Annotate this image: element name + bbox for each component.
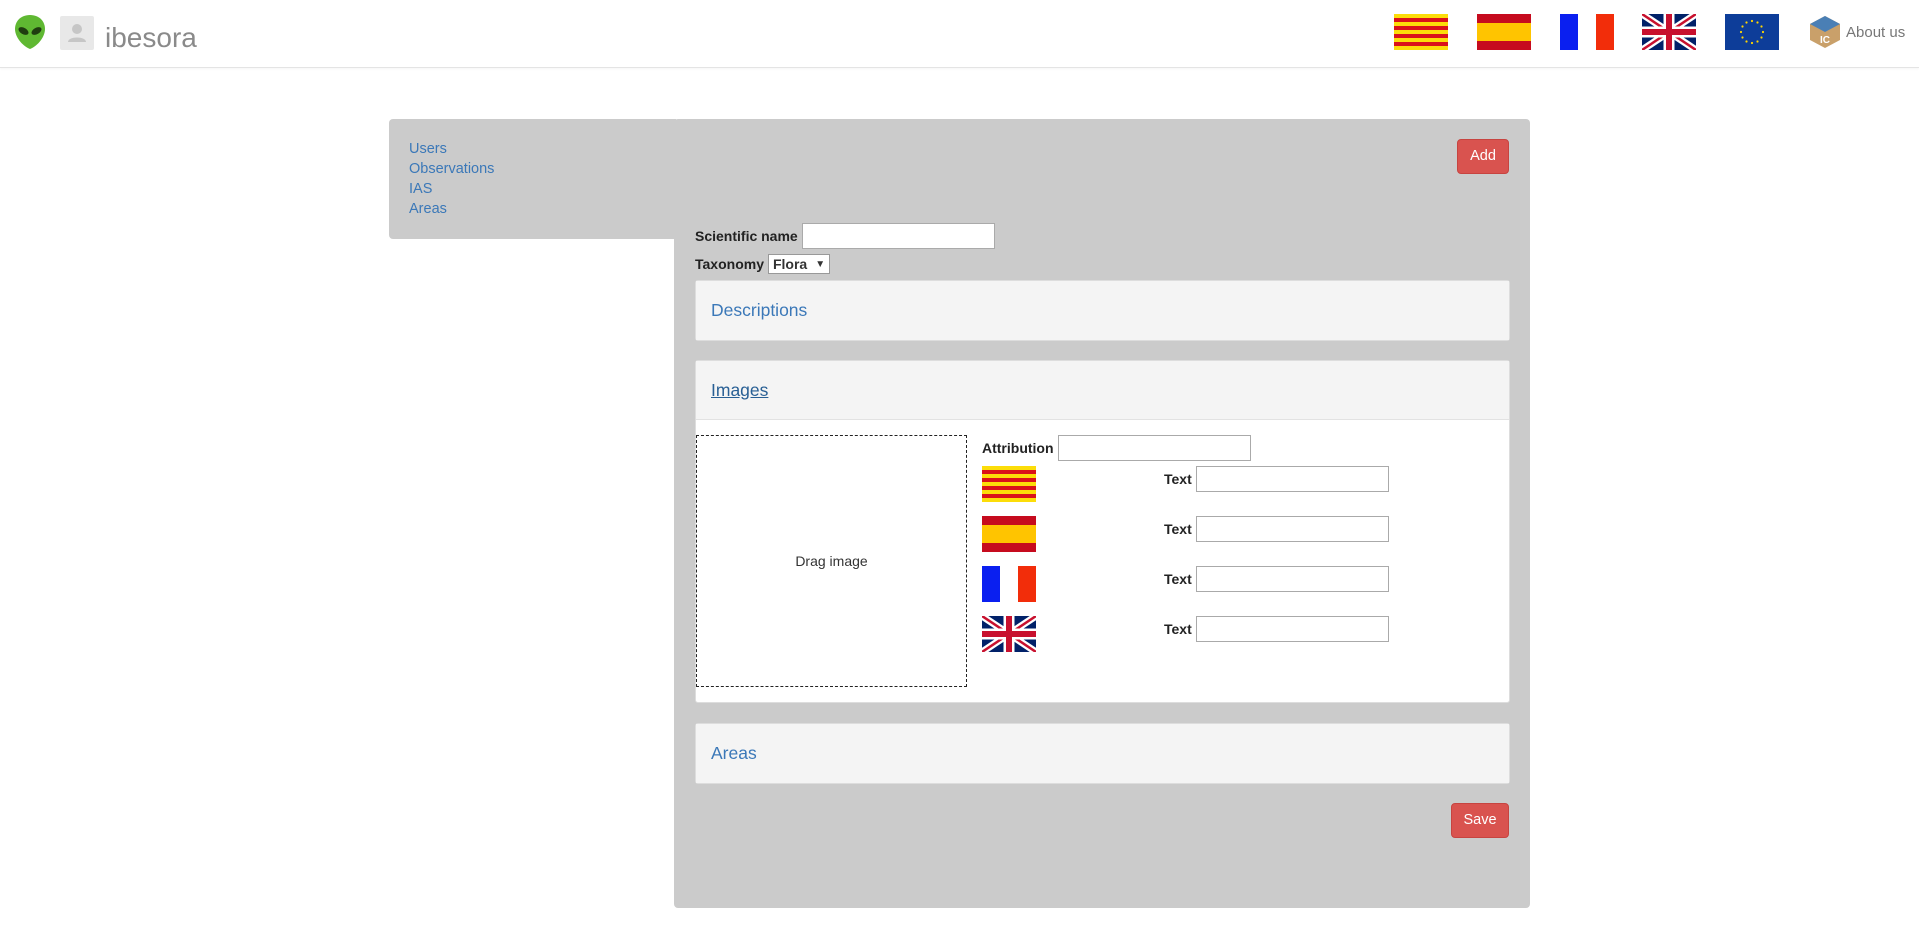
- taxonomy-row: Taxonomy Flora ▼: [695, 254, 831, 274]
- french-flag-icon: [982, 566, 1036, 602]
- attribution-row: Attribution: [982, 435, 1251, 461]
- french-flag-icon[interactable]: [1560, 14, 1614, 50]
- text-label: Text: [1164, 571, 1192, 587]
- main-panel: Add Scientific name Taxonomy Flora ▼ Des…: [674, 119, 1530, 908]
- text-input-spanish[interactable]: [1195, 516, 1389, 542]
- text-label: Text: [1164, 471, 1192, 487]
- uk-flag-icon[interactable]: [1642, 14, 1696, 50]
- svg-text:IC: IC: [1820, 35, 1830, 46]
- descriptions-panel: Descriptions: [695, 280, 1510, 341]
- uk-flag-icon: [982, 616, 1036, 652]
- sidebar-item-ias[interactable]: IAS: [409, 179, 656, 199]
- areas-heading[interactable]: Areas: [696, 724, 1509, 783]
- save-button[interactable]: Save: [1451, 803, 1509, 838]
- top-navbar: ibesora IC About us: [0, 0, 1919, 68]
- add-button[interactable]: Add: [1457, 139, 1509, 174]
- alien-logo-icon[interactable]: [14, 14, 46, 50]
- side-menu: Users Observations IAS Areas: [389, 119, 676, 239]
- scientific-name-input[interactable]: [801, 223, 995, 249]
- images-panel: Images Drag image Attribution Text Text …: [695, 360, 1510, 703]
- avatar[interactable]: [60, 16, 94, 50]
- text-row-spanish: Text: [1164, 516, 1389, 542]
- user-icon: [68, 24, 86, 42]
- brand-link[interactable]: ibesora: [105, 22, 197, 54]
- attribution-label: Attribution: [982, 440, 1054, 456]
- text-row-french: Text: [1164, 566, 1389, 592]
- attribution-input[interactable]: [1057, 435, 1251, 461]
- text-label: Text: [1164, 521, 1192, 537]
- taxonomy-select[interactable]: Flora ▼: [767, 254, 831, 274]
- dropzone-text: Drag image: [795, 553, 868, 569]
- eu-flag-icon[interactable]: [1725, 14, 1779, 50]
- spanish-flag-icon: [982, 516, 1036, 552]
- text-row-english: Text: [1164, 616, 1389, 642]
- scientific-name-row: Scientific name: [695, 223, 995, 249]
- taxonomy-select-value: Flora: [772, 256, 808, 272]
- images-heading[interactable]: Images: [696, 361, 1509, 420]
- scientific-name-label: Scientific name: [695, 228, 798, 244]
- catalan-flag-icon[interactable]: [1394, 14, 1448, 50]
- areas-panel: Areas: [695, 723, 1510, 784]
- sidebar-item-observations[interactable]: Observations: [409, 159, 656, 179]
- catalan-flag-icon: [982, 466, 1036, 502]
- text-row-catalan: Text: [1164, 466, 1389, 492]
- descriptions-heading[interactable]: Descriptions: [696, 281, 1509, 340]
- about-us-link[interactable]: IC About us: [1806, 12, 1905, 52]
- sidebar-item-areas[interactable]: Areas: [409, 199, 656, 219]
- image-dropzone[interactable]: Drag image: [696, 435, 967, 687]
- sidebar-item-users[interactable]: Users: [409, 139, 656, 159]
- taxonomy-label: Taxonomy: [695, 256, 764, 272]
- icr-logo-icon: IC: [1810, 16, 1840, 48]
- text-label: Text: [1164, 621, 1192, 637]
- text-input-english[interactable]: [1195, 616, 1389, 642]
- spanish-flag-icon[interactable]: [1477, 14, 1531, 50]
- caret-down-icon: ▼: [815, 258, 826, 270]
- about-us-label: About us: [1846, 23, 1906, 41]
- text-input-catalan[interactable]: [1195, 466, 1389, 492]
- text-input-french[interactable]: [1195, 566, 1389, 592]
